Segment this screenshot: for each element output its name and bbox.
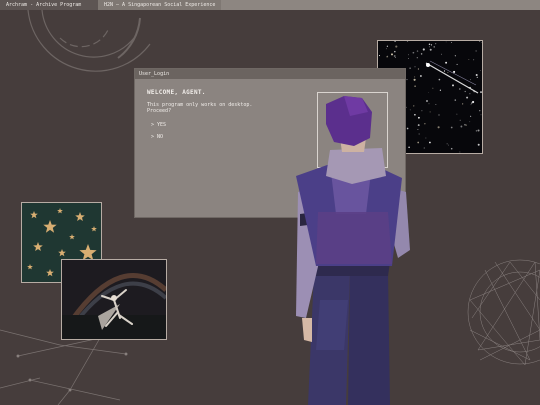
agent-character xyxy=(296,96,410,405)
